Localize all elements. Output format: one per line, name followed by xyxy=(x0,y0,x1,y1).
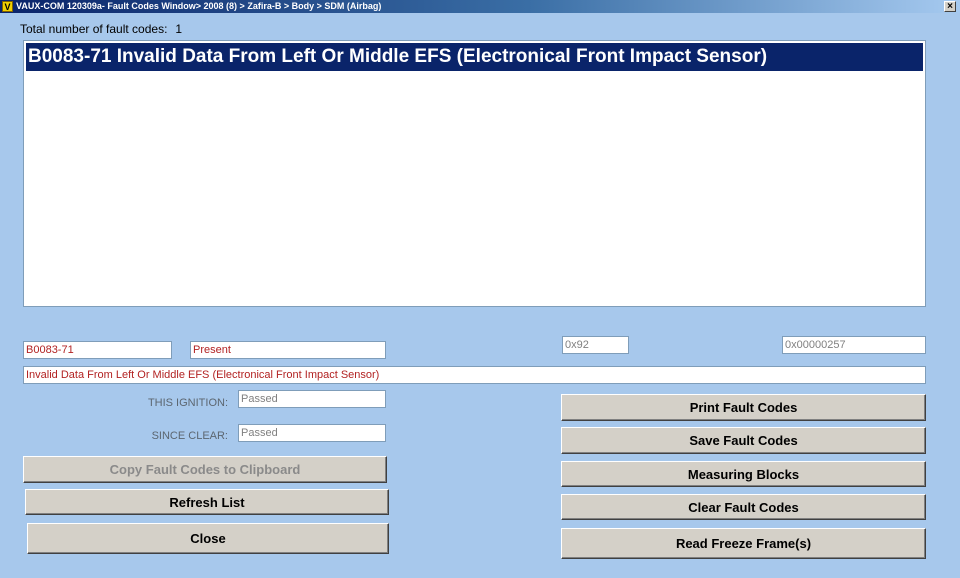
refresh-list-button[interactable]: Refresh List xyxy=(25,489,389,515)
measuring-blocks-button[interactable]: Measuring Blocks xyxy=(561,461,926,487)
close-button[interactable]: Close xyxy=(27,523,389,554)
app-logo-icon: V xyxy=(2,1,13,12)
fault-count-label: Total number of fault codes: xyxy=(20,22,168,36)
read-freeze-frame-button[interactable]: Read Freeze Frame(s) xyxy=(561,528,926,559)
this-ignition-label: THIS IGNITION: xyxy=(147,397,228,409)
fault-description-field[interactable]: Invalid Data From Left Or Middle EFS (El… xyxy=(23,366,926,384)
since-clear-field[interactable]: Passed xyxy=(238,424,386,442)
list-item[interactable]: B0083-71 Invalid Data From Left Or Middl… xyxy=(26,43,923,71)
fault-count-row: Total number of fault codes: 1 xyxy=(20,22,182,36)
clear-fault-codes-button[interactable]: Clear Fault Codes xyxy=(561,494,926,520)
fault-code-field[interactable]: B0083-71 xyxy=(23,341,172,359)
fault-code-list[interactable]: B0083-71 Invalid Data From Left Or Middl… xyxy=(23,40,926,307)
this-ignition-field[interactable]: Passed xyxy=(238,390,386,408)
title-bar: V VAUX-COM 120309a- Fault Codes Window> … xyxy=(0,0,960,13)
window-title: VAUX-COM 120309a- Fault Codes Window> 20… xyxy=(16,1,382,11)
hex-status-field[interactable]: 0x92 xyxy=(562,336,629,354)
since-clear-label: SINCE CLEAR: xyxy=(151,430,228,442)
fault-count-value: 1 xyxy=(175,22,183,36)
hex-code-field[interactable]: 0x00000257 xyxy=(782,336,926,354)
fault-status-field[interactable]: Present xyxy=(190,341,386,359)
print-fault-codes-button[interactable]: Print Fault Codes xyxy=(561,394,926,421)
copy-to-clipboard-button[interactable]: Copy Fault Codes to Clipboard xyxy=(23,456,387,483)
close-icon[interactable]: × xyxy=(944,1,956,12)
save-fault-codes-button[interactable]: Save Fault Codes xyxy=(561,427,926,454)
